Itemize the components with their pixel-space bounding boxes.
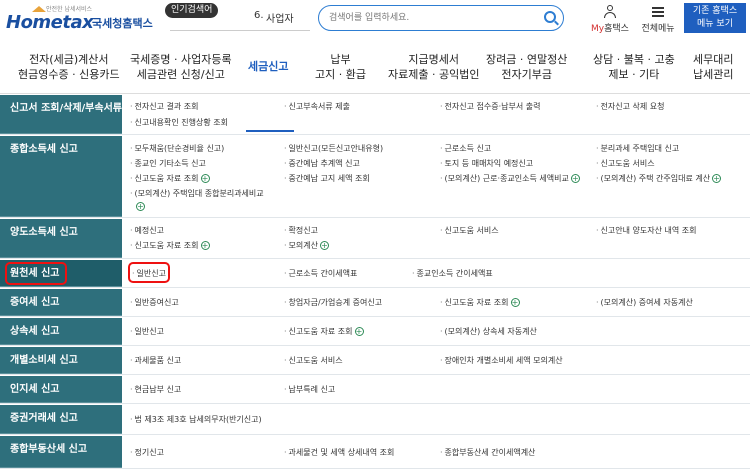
popular-search-term[interactable]: 사업자 xyxy=(266,10,294,25)
row-header[interactable]: 종합소득세 신고 xyxy=(0,136,122,217)
table-row: 종합부동산세 신고 정기신고 과세물건 및 세액 상세내역 조회 종합부동산세 … xyxy=(0,436,750,469)
highlight-box xyxy=(128,262,170,283)
logo-brand: Hometax xyxy=(6,12,94,33)
menu-link[interactable]: 신고도움 자료 조회+ xyxy=(130,173,210,184)
menu-link[interactable]: 신고도움 서비스 xyxy=(284,355,343,366)
row-header[interactable]: 상속세 신고 xyxy=(0,318,122,345)
menu-link[interactable]: 중간예납 추계액 신고 xyxy=(284,158,360,169)
nav-item-payment-statement[interactable]: 지급명세서 자료제출 · 공익법인 xyxy=(388,52,479,82)
highlight-box xyxy=(5,262,67,285)
menu-link[interactable]: 모의계산+ xyxy=(284,240,329,251)
plus-icon[interactable]: + xyxy=(200,241,210,250)
menu-link[interactable]: 확정신고 xyxy=(284,225,318,236)
menu-link[interactable]: 과세물품 신고 xyxy=(130,355,182,366)
menu-link[interactable]: 종교인 기타소득 신고 xyxy=(130,158,206,169)
menu-link[interactable]: 신고도움 자료 조회+ xyxy=(440,297,520,308)
menu-link[interactable]: 현금납부 신고 xyxy=(130,384,182,395)
menu-link[interactable]: 중간예납 고지 세액 조회 xyxy=(284,173,370,184)
menu-link[interactable]: 종교인소득 간이세액표 xyxy=(412,268,493,279)
plus-icon[interactable]: + xyxy=(200,174,210,183)
menu-link[interactable]: 분리과세 주택임대 신고 xyxy=(596,143,680,154)
menu-link[interactable]: 일반신고 xyxy=(130,326,164,337)
menu-link[interactable]: 신고도움 서비스 xyxy=(596,158,655,169)
menu-link[interactable]: 일반신고(모든신고안내유형) xyxy=(284,143,384,154)
plus-icon[interactable]: + xyxy=(354,327,364,336)
table-row: 개별소비세 신고 과세물품 신고 신고도움 서비스 장애인차 개별소비세 세액 … xyxy=(0,347,750,375)
plus-icon[interactable]: + xyxy=(570,174,580,183)
row-header[interactable]: 증권거래세 신고 xyxy=(0,405,122,434)
popular-divider xyxy=(170,30,310,31)
tax-report-menu-table: 신고서 조회/삭제/부속서류 전자신고 결과 조회 신고부속서류 제출 전자신고… xyxy=(0,95,750,469)
menu-link[interactable]: 법 제3조 제3호 납세의무자(반기신고) xyxy=(130,414,262,425)
search-icon[interactable] xyxy=(544,11,556,23)
table-row: 상속세 신고 일반신고 신고도움 자료 조회+ (모의계산) 상속세 자동계산 xyxy=(0,318,750,346)
main-nav: 전자(세금)계산서 현금영수증 · 신용카드 국세증명 · 사업자등록 세금관련 신… xyxy=(0,40,750,132)
menu-link[interactable]: 토지 등 매매차익 예정신고 xyxy=(440,158,534,169)
hometax-logo[interactable]: 안전한 납세서비스 Hometax 국세청홈택스 xyxy=(6,4,161,34)
menu-link[interactable]: 정기신고 xyxy=(130,447,164,458)
menu-link[interactable]: (모의계산) 주택임대 종합분리과세비교 xyxy=(130,188,264,199)
menu-link[interactable]: 모두채움(단순경비율 신고) xyxy=(130,143,225,154)
site-header: 안전한 납세서비스 Hometax 국세청홈택스 인기검색어 6. 사업자 My… xyxy=(0,0,750,38)
table-row: 신고서 조회/삭제/부속서류 전자신고 결과 조회 신고부속서류 제출 전자신고… xyxy=(0,95,750,135)
menu-link[interactable]: (모의계산) 증여세 자동계산 xyxy=(596,297,693,308)
menu-link[interactable]: 신고도움 서비스 xyxy=(440,225,499,236)
menu-link[interactable]: 근로소득 간이세액표 xyxy=(284,268,358,279)
menu-link[interactable]: 창업자금/가업승계 증여신고 xyxy=(284,297,383,308)
my-hometax-label: My홈택스 xyxy=(591,24,629,34)
nav-item-tax-report[interactable]: 세금신고 xyxy=(248,59,288,74)
menu-link[interactable]: 장애인차 개별소비세 세액 모의계산 xyxy=(440,355,563,366)
table-row: 증여세 신고 일반증여신고 창업자금/가업승계 증여신고 신고도움 자료 조회+… xyxy=(0,289,750,317)
full-menu-label: 전체메뉴 xyxy=(641,24,675,34)
nav-item-consult[interactable]: 상담 · 불복 · 고충 제보 · 기타 xyxy=(593,52,675,82)
plus-icon[interactable]: + xyxy=(320,241,329,250)
search-input[interactable] xyxy=(329,10,529,26)
menu-link[interactable]: 신고부속서류 제출 xyxy=(284,101,350,112)
search-box xyxy=(318,5,564,31)
menu-link[interactable]: 과세물건 및 세액 상세내역 조회 xyxy=(284,447,395,458)
popular-search-badge: 인기검색어 xyxy=(165,3,219,18)
menu-link[interactable]: 신고내용확인 진행상황 조회 xyxy=(130,117,228,128)
my-hometax-button[interactable]: My홈택스 xyxy=(590,3,630,35)
logo-brand-ko: 국세청홈택스 xyxy=(92,17,153,30)
person-icon xyxy=(604,5,616,19)
table-row: 인지세 신고 현금납부 신고 납부특례 신고 xyxy=(0,376,750,404)
row-header[interactable]: 종합부동산세 신고 xyxy=(0,436,122,468)
menu-link[interactable]: 전자신고 결과 조회 xyxy=(130,101,199,112)
nav-item-payment[interactable]: 납부 고지 · 환급 xyxy=(315,52,366,82)
menu-link[interactable]: 신고안내 양도자산 내역 조회 xyxy=(596,225,697,236)
menu-link[interactable]: 납부특례 신고 xyxy=(284,384,336,395)
menu-link[interactable]: (모의계산) 주택 간주임대료 계산+ xyxy=(596,173,722,184)
menu-link[interactable]: 근로소득 신고 xyxy=(440,143,492,154)
row-header[interactable]: 개별소비세 신고 xyxy=(0,347,122,374)
row-header[interactable]: 신고서 조회/삭제/부속서류 xyxy=(0,95,122,134)
menu-link[interactable]: 전자신고 삭제 요청 xyxy=(596,101,665,112)
menu-link[interactable]: (모의계산) 상속세 자동계산 xyxy=(440,326,537,337)
menu-link[interactable]: 전자신고 접수증·납부서 출력 xyxy=(440,101,541,112)
menu-link[interactable]: (모의계산) 근로·종교인소득 세액비교+ xyxy=(440,173,580,184)
full-menu-button[interactable]: 전체메뉴 xyxy=(640,3,676,35)
table-row: 종합소득세 신고 모두채움(단순경비율 신고) 일반신고(모든신고안내유형) 근… xyxy=(0,136,750,218)
table-row: 양도소득세 신고 예정신고 확정신고 신고도움 서비스 신고안내 양도자산 내역… xyxy=(0,219,750,259)
table-row: 증권거래세 신고 법 제3조 제3호 납세의무자(반기신고) xyxy=(0,405,750,435)
nav-item-incentive[interactable]: 장려금 · 연말정산 전자기부금 xyxy=(486,52,567,82)
menu-link[interactable]: 일반증여신고 xyxy=(130,297,179,308)
row-header[interactable]: 인지세 신고 xyxy=(0,376,122,403)
menu-link[interactable]: 예정신고 xyxy=(130,225,164,236)
nav-item-tax-agent[interactable]: 세무대리 납세관리 xyxy=(693,52,733,82)
nav-item-certificate[interactable]: 국세증명 · 사업자등록 세금관련 신청/신고 xyxy=(130,52,232,82)
hamburger-icon xyxy=(652,7,664,17)
nav-item-einvoice[interactable]: 전자(세금)계산서 현금영수증 · 신용카드 xyxy=(18,52,120,82)
menu-link[interactable]: 신고도움 자료 조회+ xyxy=(284,326,364,337)
plus-icon[interactable]: + xyxy=(510,298,520,307)
plus-icon[interactable]: + xyxy=(136,202,145,211)
menu-link[interactable]: 신고도움 자료 조회+ xyxy=(130,240,210,251)
plus-icon[interactable]: + xyxy=(712,174,722,183)
popular-search-rank: 6. xyxy=(254,10,264,21)
legacy-menu-button[interactable]: 기존 홈택스 메뉴 보기 xyxy=(684,3,746,33)
table-row: 원천세 신고 일반신고 근로소득 간이세액표 종교인소득 간이세액표 xyxy=(0,260,750,288)
row-header[interactable]: 증여세 신고 xyxy=(0,289,122,316)
row-header[interactable]: 양도소득세 신고 xyxy=(0,219,122,258)
menu-link[interactable]: 종합부동산세 간이세액계산 xyxy=(440,447,536,458)
